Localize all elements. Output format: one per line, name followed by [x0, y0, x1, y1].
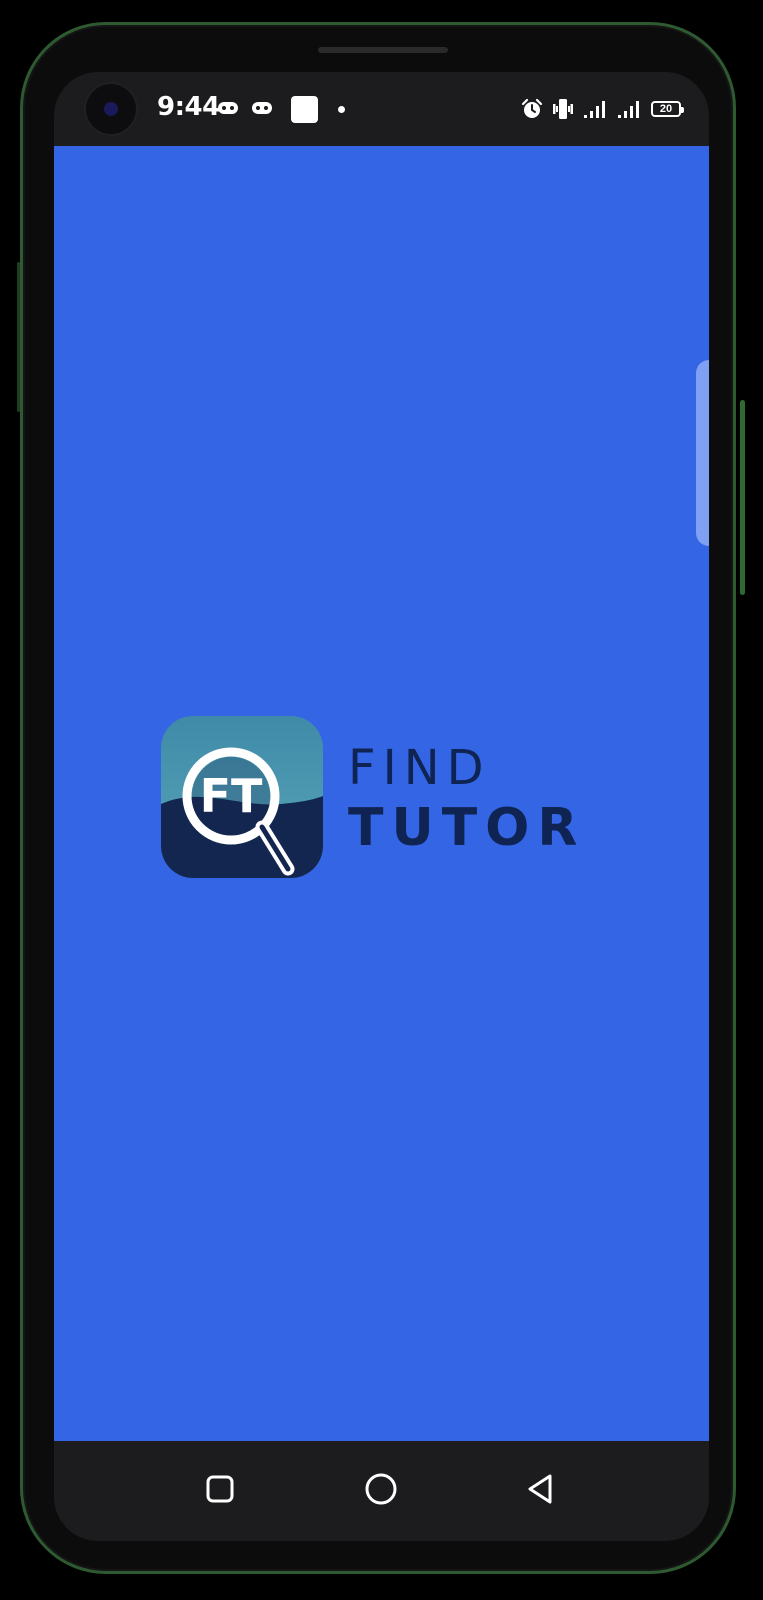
back-button[interactable]	[517, 1465, 565, 1513]
signal-icon	[618, 101, 639, 118]
app-notification-icon	[291, 96, 318, 123]
earpiece-speaker	[318, 47, 448, 53]
vibrate-icon	[553, 99, 573, 119]
home-button[interactable]	[357, 1465, 405, 1513]
volume-button	[17, 262, 20, 412]
battery-icon: 20	[651, 101, 684, 117]
edge-panel-handle[interactable]	[696, 360, 709, 546]
navigation-bar	[54, 1441, 709, 1541]
status-time: 9:44	[157, 92, 220, 122]
alarm-icon	[521, 98, 543, 118]
power-button	[740, 400, 745, 595]
magnifier-logo-icon: FT	[161, 716, 323, 878]
battery-level: 20	[659, 102, 673, 115]
camera-lens	[104, 102, 118, 116]
brand-line-find: FIND	[348, 740, 491, 796]
gamepad-icon	[252, 102, 272, 114]
logo-letters: FT	[200, 769, 263, 823]
circle-icon	[365, 1473, 397, 1505]
square-icon	[206, 1475, 234, 1503]
app-logo: FT FIND TUTOR	[161, 716, 591, 878]
brand-line-tutor: TUTOR	[348, 798, 586, 858]
status-icons-right: 20	[521, 94, 684, 124]
notification-dot-icon	[338, 106, 345, 113]
signal-icon	[584, 101, 605, 118]
recents-button[interactable]	[196, 1465, 244, 1513]
back-triangle-icon	[528, 1474, 552, 1504]
status-bar: 9:44 20	[54, 72, 709, 146]
front-camera	[86, 84, 136, 134]
gamepad-icon	[218, 102, 238, 114]
